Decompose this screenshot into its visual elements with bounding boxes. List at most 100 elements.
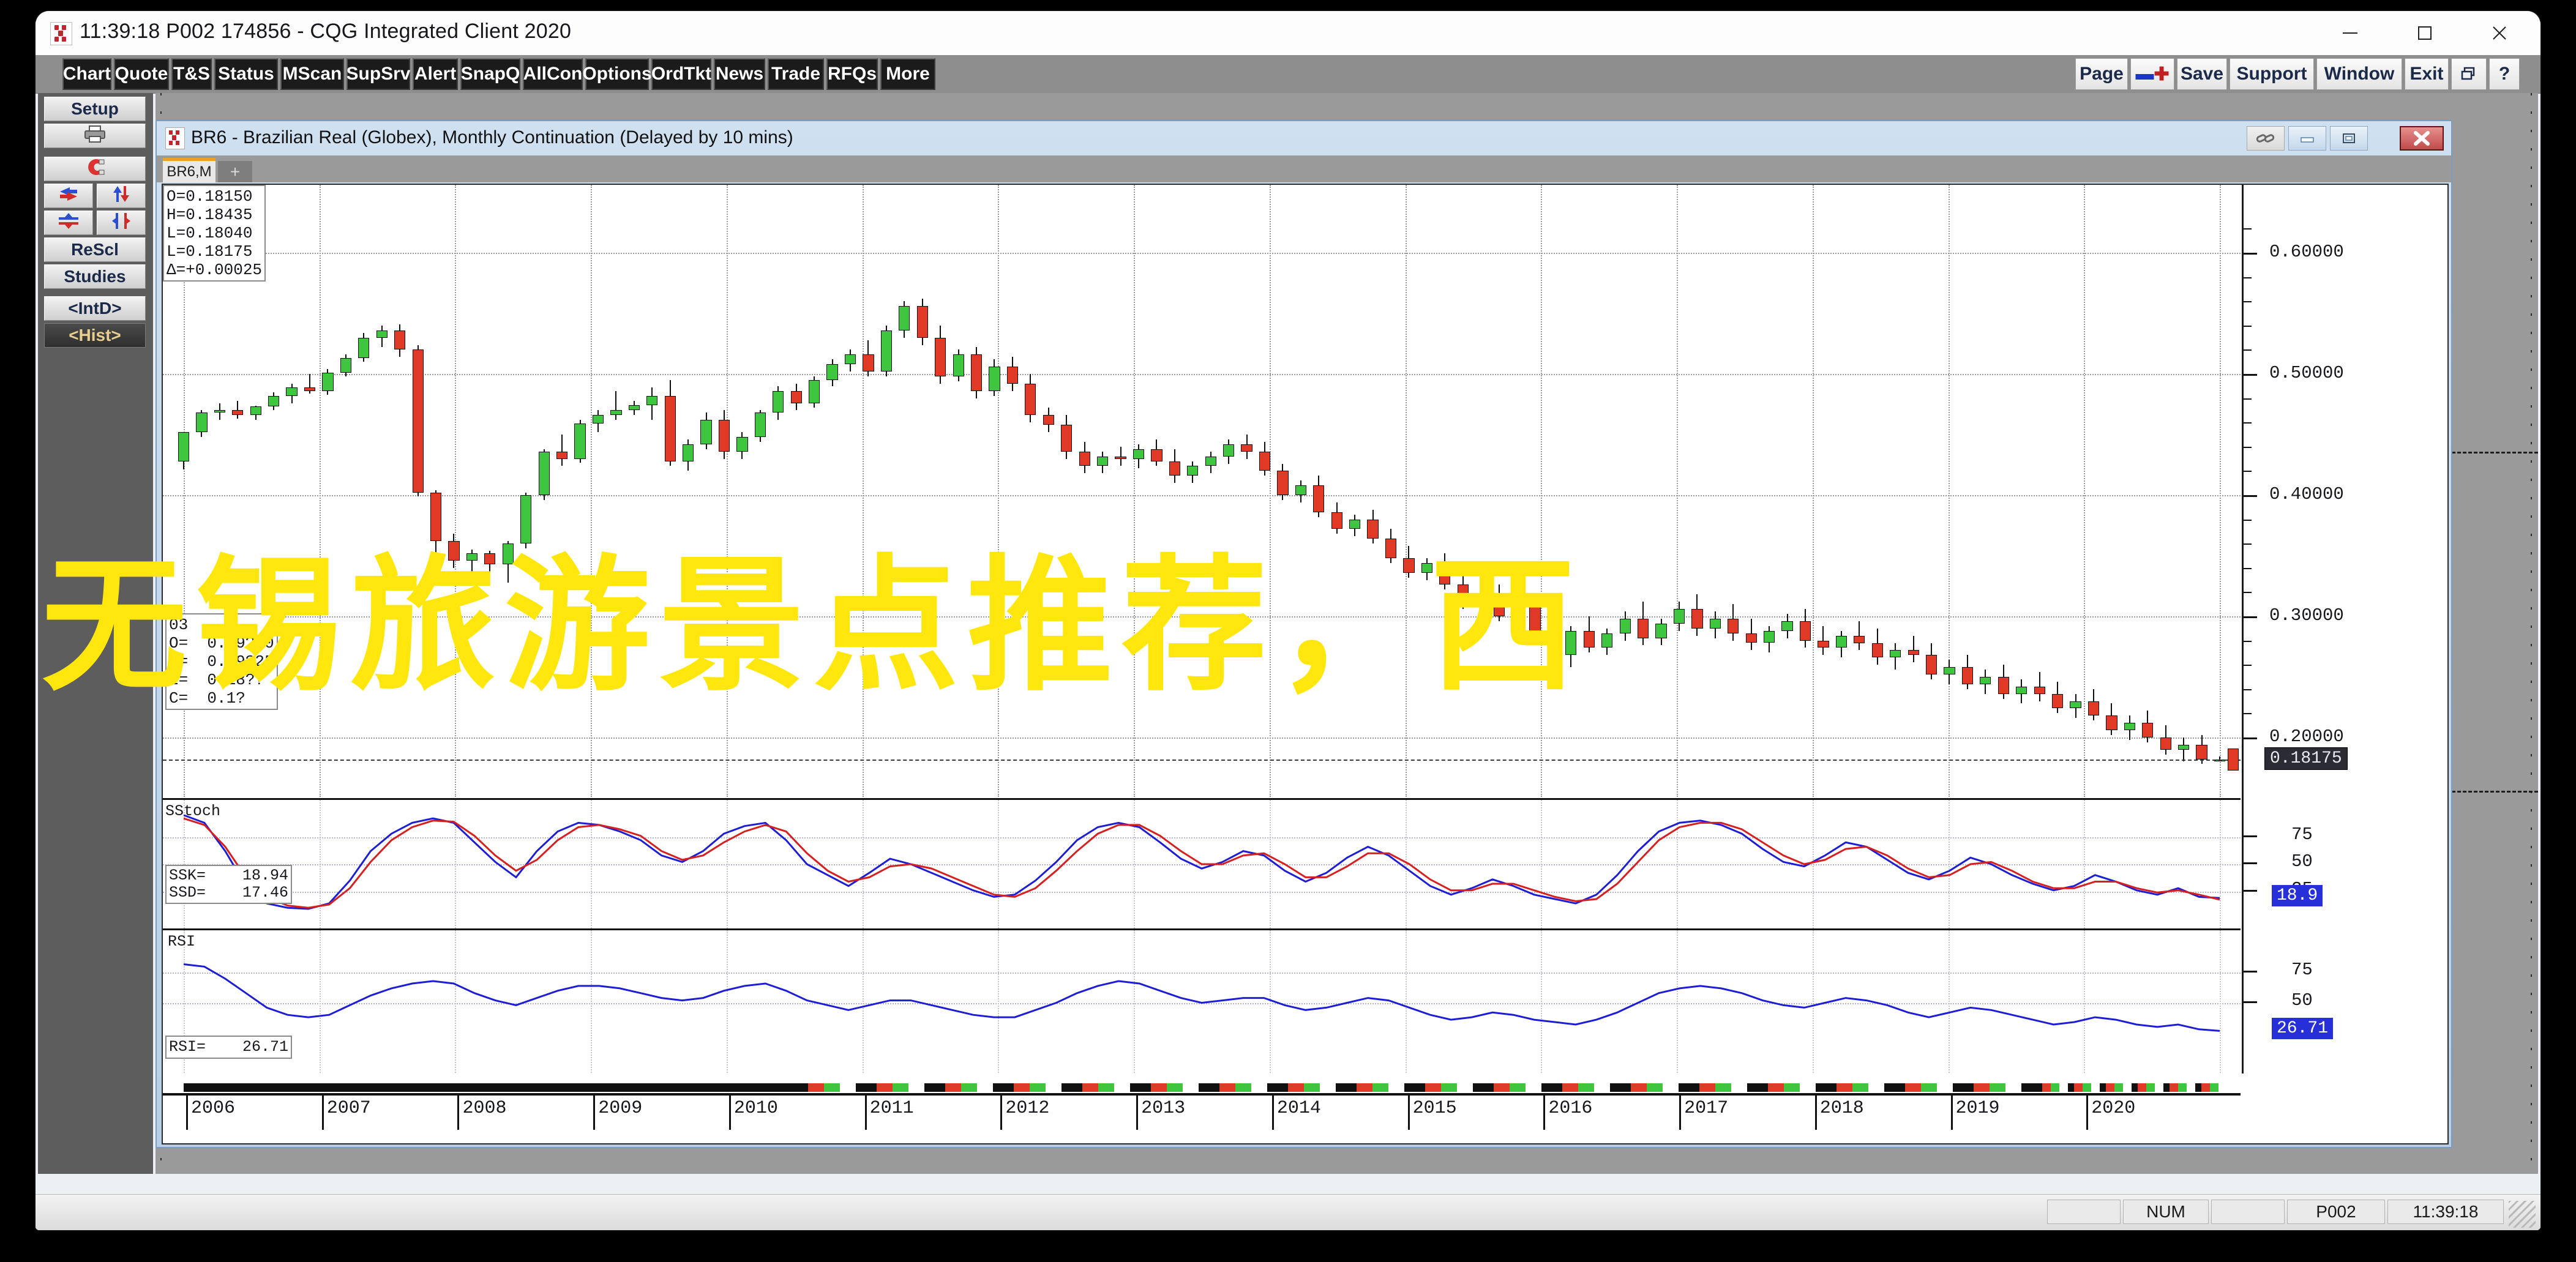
candlestick (1331, 502, 1342, 534)
window-minimize-button[interactable] (2313, 11, 2387, 55)
price-scale-axis[interactable]: 0.60000 0.50000 0.40000 0.30000 0.20000 0.181… (2228, 185, 2447, 1073)
time-tick (593, 1096, 596, 1130)
candlestick (250, 405, 261, 420)
toolbar-button-status[interactable]: Status (214, 58, 278, 90)
session-segment (1974, 1083, 1990, 1092)
session-segment (1578, 1083, 1594, 1092)
candlestick (1961, 655, 1974, 689)
sidebar-item-arrow-left-right[interactable] (44, 184, 93, 208)
time-tick-label: 2013 (1141, 1098, 1186, 1119)
stoch-tick (2244, 889, 2257, 892)
toolbar-button-snapq[interactable]: SnapQ (460, 58, 520, 90)
candlestick (1529, 597, 1541, 641)
link-icon[interactable] (2247, 126, 2285, 151)
chart-tab-strip: BR6,M + (157, 155, 2451, 182)
candlestick (1475, 589, 1487, 612)
session-segment (1304, 1083, 1320, 1092)
toolbar-button-alert[interactable]: Alert (413, 58, 458, 90)
sidebar-item-printer[interactable] (44, 124, 146, 148)
session-segment (1837, 1083, 1852, 1092)
price-tick-minor (2244, 228, 2252, 230)
candlestick (1187, 461, 1199, 484)
session-segment (2005, 1083, 2021, 1092)
candlestick (1133, 444, 1145, 469)
candlestick (2051, 681, 2064, 714)
toolbar-button-chart[interactable]: Chart (62, 58, 111, 90)
chart-tab-add[interactable]: + (218, 158, 252, 182)
session-segment (2091, 1083, 2100, 1092)
sidebar-item-arrows-collapse[interactable] (44, 211, 93, 235)
session-segment (1526, 1083, 1541, 1092)
chart-minimize-button[interactable] (2288, 126, 2326, 151)
time-axis[interactable]: 2006 2007 2008 2009 2010 2011 2012 2013 2014 2015… (163, 1075, 2447, 1143)
session-segment (1425, 1083, 1441, 1092)
price-tick-minor (2244, 519, 2252, 521)
toolbar-button-save[interactable]: Save (2177, 58, 2227, 90)
indicator-lines (183, 814, 2220, 910)
sidebar-item-intd[interactable]: <IntD> (44, 296, 146, 321)
toolbar-button-quote[interactable]: Quote (114, 58, 169, 90)
session-segment (1082, 1083, 1098, 1092)
sidebar-item-studies[interactable]: Studies (44, 264, 146, 289)
toolbar-button-page[interactable]: Page (2075, 58, 2128, 90)
time-tick (321, 1096, 324, 1130)
candlestick (1728, 604, 1739, 641)
toolbar-button-supsrv[interactable]: SupSrv (346, 58, 411, 90)
sidebar-item-magnet[interactable] (44, 157, 146, 181)
toolbar-button-allcon[interactable]: AllCon (523, 58, 583, 90)
toolbar-button-support[interactable]: Support (2230, 58, 2314, 90)
candlestick (628, 400, 640, 416)
window-close-button[interactable] (2462, 11, 2537, 55)
sidebar-item-arrow-up-down[interactable] (97, 184, 146, 208)
sidebar-item-rescl[interactable]: ReScl (44, 237, 146, 262)
toolbar-button-exit[interactable]: Exit (2405, 58, 2449, 90)
toolbar-button-more[interactable]: More (880, 58, 935, 90)
candlestick (1439, 553, 1451, 590)
toolbar-button-options[interactable]: Options (582, 58, 652, 90)
candlestick (1691, 594, 1703, 636)
sidebar-item-hist[interactable]: <Hist> (44, 323, 146, 348)
chart-tab-br6m[interactable]: BR6,M (163, 158, 215, 182)
candlestick (880, 325, 893, 376)
gridline-vertical (2220, 185, 2221, 797)
price-tick-minor (2244, 277, 2252, 278)
window-maximize-button[interactable] (2387, 11, 2462, 55)
stochastic-pane: SSK= 18.94 SSD= 17.46 SStoch (163, 798, 2241, 928)
session-segment (1647, 1083, 1663, 1092)
toolbar-button-zoom[interactable]: ▬ ✚ (2130, 58, 2174, 90)
session-segment (840, 1083, 856, 1092)
toolbar-button-rfqs[interactable]: RFQs (826, 58, 878, 90)
session-segment (1631, 1083, 1647, 1092)
rsi-tick-label: 50 (2291, 990, 2313, 1010)
sidebar-item-setup[interactable]: Setup (44, 97, 146, 121)
price-tick-label: 0.30000 (2269, 605, 2344, 625)
chart-canvas[interactable]: O=0.18150 H=0.18435 L=0.18040 L=0.18175 … (162, 184, 2449, 1144)
chart-window-title-bar: BR6 - Brazilian Real (Globex), Monthly C… (157, 121, 2451, 155)
session-segment (1937, 1083, 1953, 1092)
gridline-horizontal (163, 616, 2241, 618)
sidebar-item-arrows-expand[interactable] (97, 211, 146, 235)
session-segment (1715, 1083, 1731, 1092)
toolbar-button-mscan[interactable]: MScan (280, 58, 344, 90)
price-tick-minor (2244, 567, 2252, 569)
chart-close-button[interactable] (2400, 126, 2444, 151)
window-title-bar: 11:39:18 P002 174856 - CQG Integrated Cl… (36, 11, 2540, 56)
time-tick-label: 2018 (1819, 1098, 1864, 1119)
toolbar-button-ordtkt[interactable]: OrdTkt (651, 58, 711, 90)
time-tick-label: 2020 (2091, 1098, 2136, 1119)
time-tick (457, 1096, 460, 1130)
candlestick (1493, 584, 1505, 621)
chart-maximize-button[interactable] (2330, 126, 2368, 151)
candlestick (574, 420, 586, 463)
toolbar-button-trade[interactable]: Trade (768, 58, 824, 90)
toolbar-button--[interactable]: ? (2489, 58, 2520, 90)
candlestick (1385, 529, 1397, 563)
toolbar-button-t-s[interactable]: T&S (171, 58, 212, 90)
toolbar-button-window[interactable]: Window (2316, 58, 2402, 90)
toolbar-button-news[interactable]: News (714, 58, 765, 90)
restore-icon[interactable] (2451, 58, 2487, 90)
time-tick-label: 2010 (733, 1098, 778, 1119)
session-segment (2218, 1083, 2227, 1092)
resize-grip[interactable] (2509, 1201, 2536, 1228)
session-segment (1663, 1083, 1679, 1092)
